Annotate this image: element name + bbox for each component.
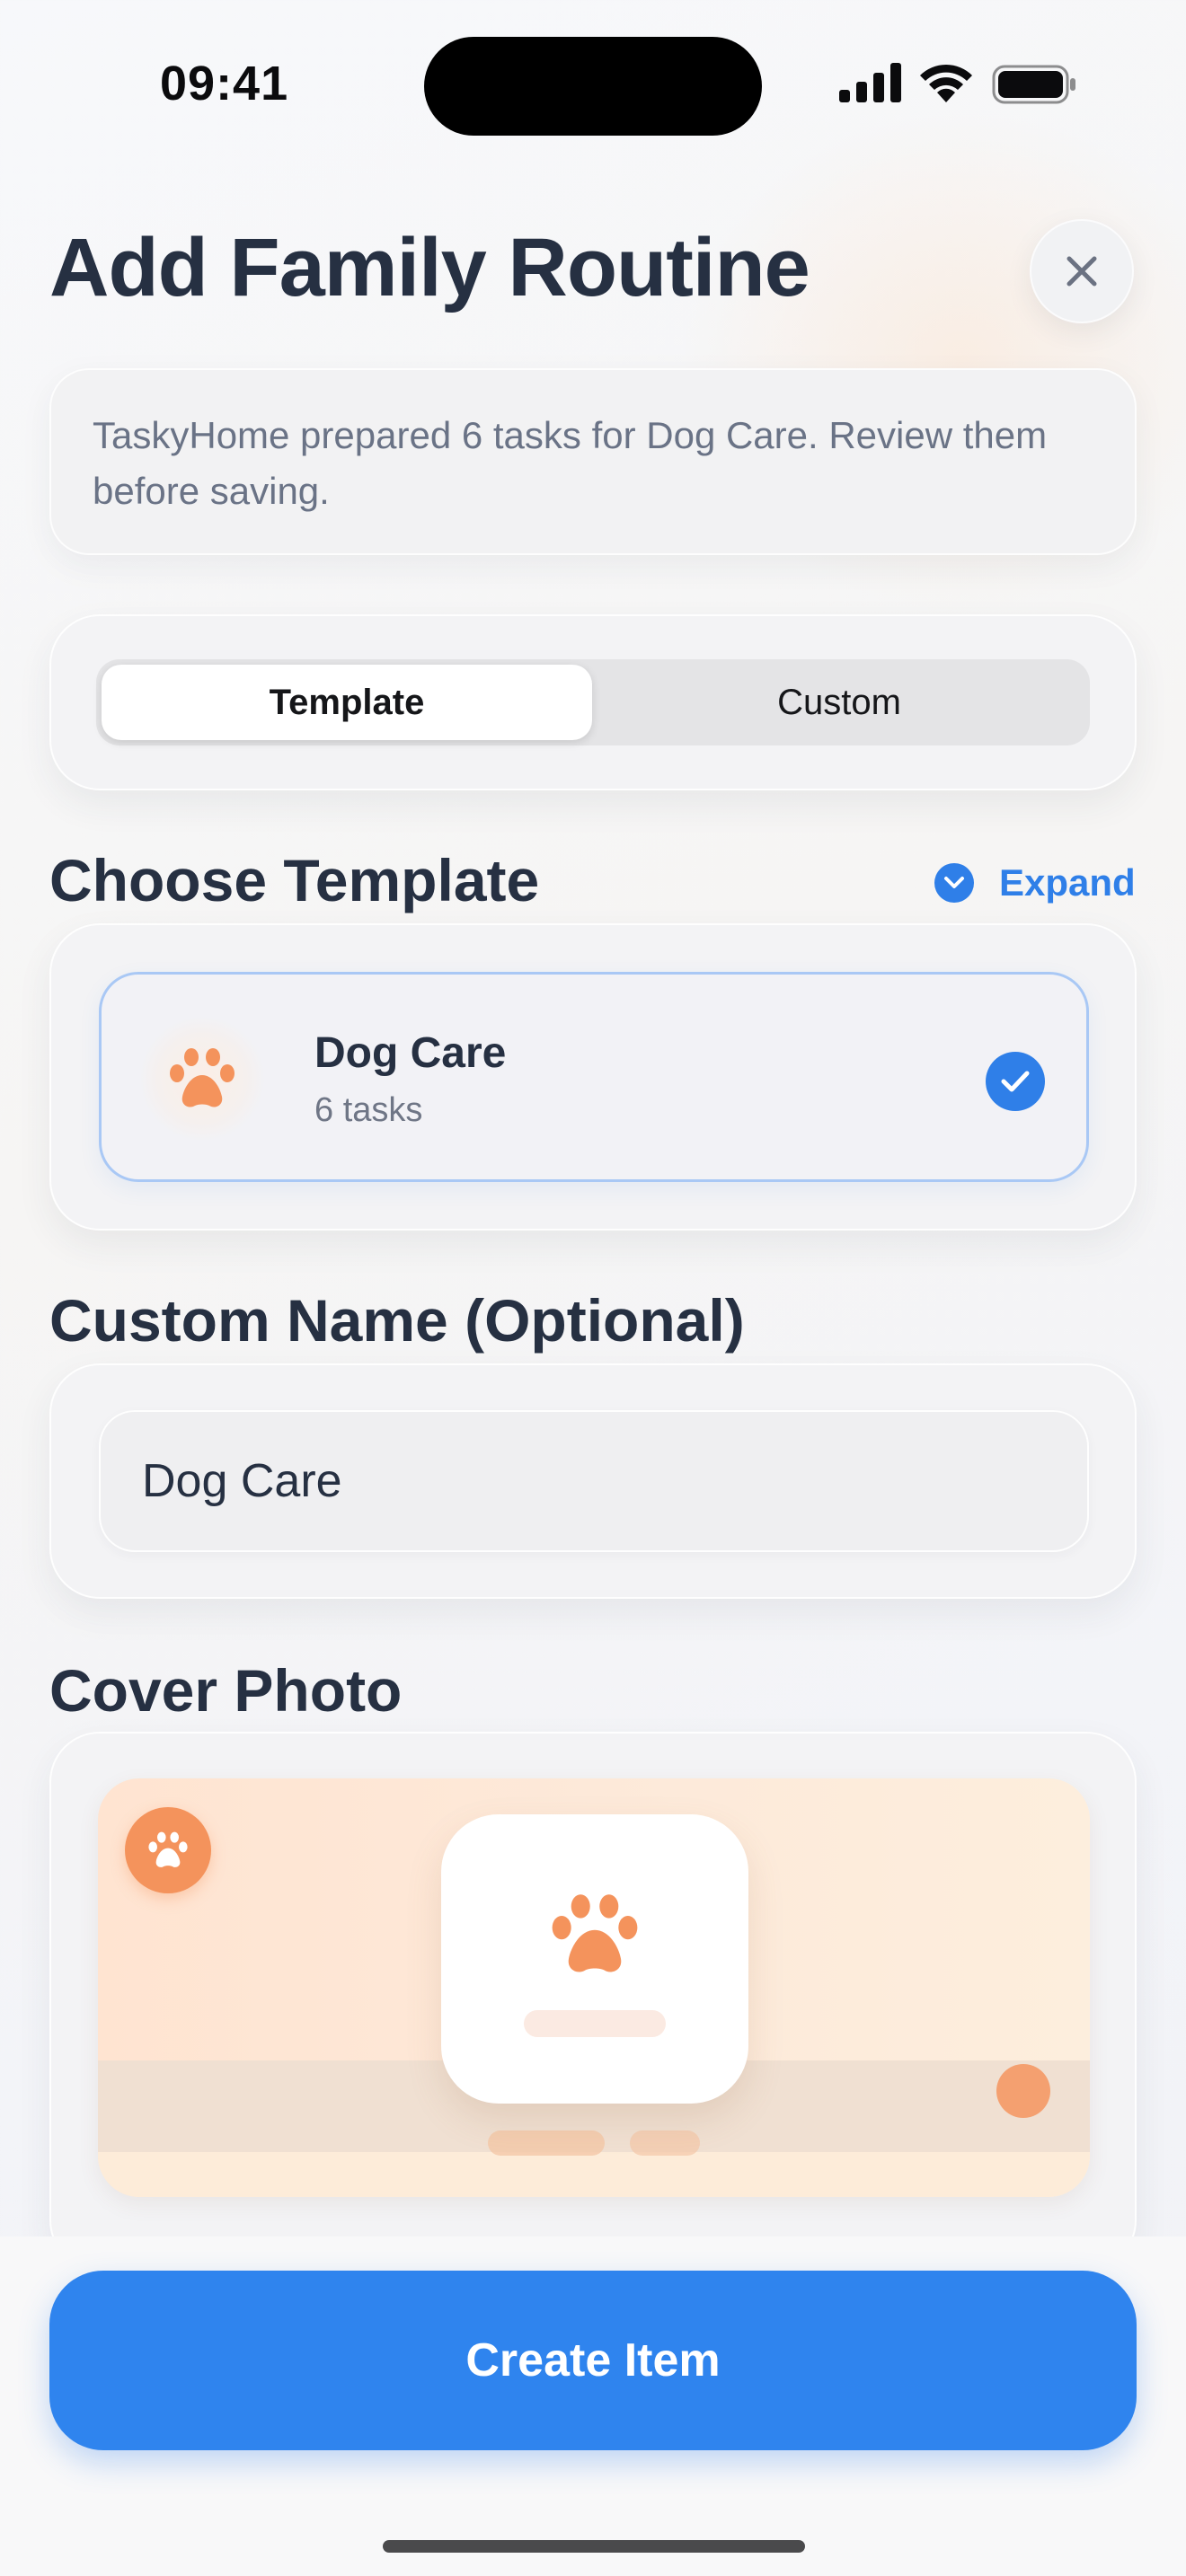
page-title: Add Family Routine xyxy=(49,222,810,313)
template-name: Dog Care xyxy=(314,1029,507,1077)
custom-name-input[interactable]: Dog Care xyxy=(99,1410,1089,1552)
close-icon xyxy=(1067,256,1097,287)
segment-custom[interactable]: Custom xyxy=(594,665,1084,740)
segment-template[interactable]: Template xyxy=(102,665,592,740)
expand-button[interactable]: Expand xyxy=(934,860,1136,905)
mode-panel: Template Custom xyxy=(49,614,1137,790)
cover-pill xyxy=(630,2130,700,2156)
paw-icon xyxy=(139,1016,265,1142)
status-time: 09:41 xyxy=(160,57,289,110)
battery-icon xyxy=(992,65,1075,104)
custom-name-panel: Dog Care xyxy=(49,1363,1137,1599)
close-button[interactable] xyxy=(1030,219,1134,323)
checkmark-icon xyxy=(986,1052,1045,1111)
paw-icon xyxy=(552,1894,638,1972)
dynamic-island xyxy=(424,37,762,136)
cover-dot xyxy=(996,2064,1050,2118)
cover-bottom-band xyxy=(98,2152,1090,2197)
mode-segmented-control: Template Custom xyxy=(96,659,1090,745)
wifi-icon xyxy=(920,64,972,102)
cellular-signal-icon xyxy=(839,63,901,102)
cover-photo-title: Cover Photo xyxy=(49,1657,403,1724)
create-item-button[interactable]: Create Item xyxy=(49,2271,1137,2450)
template-task-count: 6 tasks xyxy=(314,1091,423,1129)
cover-photo-panel xyxy=(49,1732,1137,2271)
template-option-dog-care[interactable]: Dog Care 6 tasks xyxy=(99,972,1089,1182)
home-indicator xyxy=(383,2540,805,2553)
cover-tile-bar xyxy=(524,2010,666,2037)
template-panel: Dog Care 6 tasks xyxy=(49,923,1137,1231)
paw-badge-icon xyxy=(125,1807,211,1893)
status-bar: 09:41 xyxy=(0,0,1186,171)
cover-pill xyxy=(488,2130,605,2156)
expand-label: Expand xyxy=(999,861,1136,904)
cover-photo-image[interactable] xyxy=(98,1778,1090,2197)
custom-name-title: Custom Name (Optional) xyxy=(49,1287,745,1354)
choose-template-title: Choose Template xyxy=(49,847,540,913)
cover-tile xyxy=(441,1814,748,2104)
chevron-down-icon xyxy=(934,863,974,903)
info-message: TaskyHome prepared 6 tasks for Dog Care.… xyxy=(49,368,1137,555)
